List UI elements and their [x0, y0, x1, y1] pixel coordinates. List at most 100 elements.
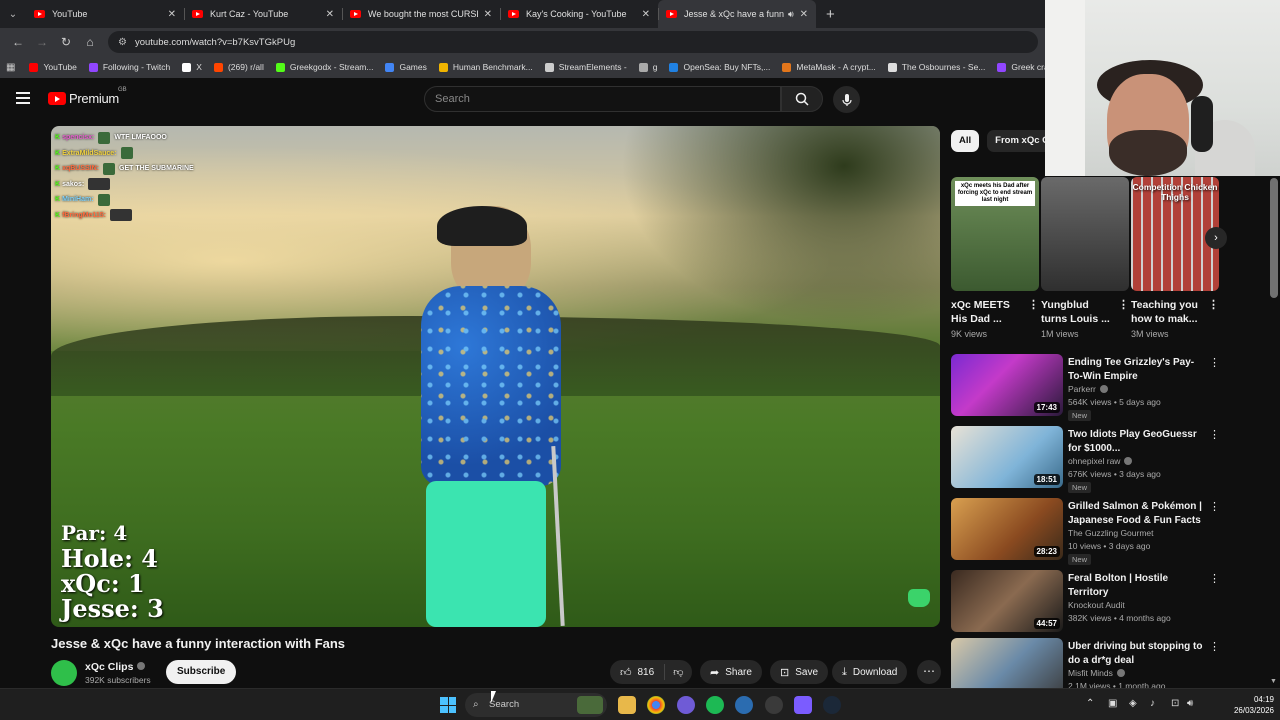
bookmark-item[interactable]: The Osbournes - Se...	[887, 62, 985, 72]
wifi-icon[interactable]: ⊡	[1171, 698, 1179, 709]
short-title[interactable]: Teaching you how to mak... ⋮	[1131, 298, 1219, 326]
channel-watermark-icon[interactable]	[908, 589, 930, 607]
home-icon[interactable]: ⌂	[78, 35, 102, 49]
tray-chevron-icon[interactable]: ⌃	[1086, 698, 1094, 709]
short-title[interactable]: xQc MEETS His Dad ... ⋮	[951, 298, 1039, 326]
tab-youtube[interactable]: YouTube ✕	[26, 0, 184, 28]
close-tab-icon[interactable]: ✕	[484, 9, 492, 20]
recommended-video[interactable]: 28:23 Grilled Salmon & Pokémon | Japanese…	[951, 498, 1231, 565]
recommended-channel[interactable]: The Guzzling Gourmet	[1068, 528, 1154, 538]
recommended-video[interactable]: 18:51 Two Idiots Play GeoGuessr for $1000…	[951, 426, 1231, 493]
taskbar-clock[interactable]: 04:19 26/03/2026	[1204, 694, 1274, 716]
bookmark-item[interactable]: MetaMask - A crypt...	[782, 62, 876, 72]
more-options-icon[interactable]: ⋮	[1028, 298, 1039, 312]
close-tab-icon[interactable]: ✕	[642, 9, 650, 20]
short-item[interactable]: Competition Chicken Thighs Teaching you …	[1131, 177, 1219, 339]
recommended-channel[interactable]: ohnepixel raw	[1068, 456, 1133, 466]
close-tab-icon[interactable]: ✕	[800, 9, 808, 20]
search-input[interactable]: Search	[424, 86, 781, 112]
more-options-icon[interactable]: ⋮	[1209, 428, 1220, 441]
short-item[interactable]: xQc meets his Dad after forcing xQc to e…	[951, 177, 1039, 339]
steam-icon[interactable]	[823, 696, 841, 714]
bookmark-item[interactable]: (269) r/all	[213, 62, 264, 72]
recommended-video[interactable]: 17:43 Ending Tee Grizzley's Pay-To-Win Em…	[951, 354, 1231, 421]
video-player[interactable]: Kspencisx: WTF LMFAOOO K ExtraMildSauce: Kxq…	[51, 126, 940, 627]
search-button[interactable]	[781, 86, 823, 112]
bookmark-item[interactable]: g	[638, 62, 657, 72]
more-options-icon[interactable]: ⋮	[1118, 298, 1129, 312]
tab-cursed[interactable]: We bought the most CURSED T ✕	[342, 0, 500, 28]
close-tab-icon[interactable]: ✕	[326, 9, 334, 20]
tab-search-icon[interactable]: ⌄	[0, 0, 26, 28]
like-button[interactable]: 👍︎ 816	[610, 664, 666, 680]
subscribe-button[interactable]: Subscribe	[166, 660, 237, 684]
close-tab-icon[interactable]: ✕	[168, 9, 176, 20]
recommended-channel[interactable]: Parkerr	[1068, 384, 1108, 394]
video-thumbnail[interactable]: 17:43	[951, 354, 1063, 416]
tab-active-video[interactable]: Jesse & xQc have a funny in 🔊︎ ✕	[658, 0, 816, 28]
recommended-title[interactable]: Feral Bolton | Hostile Territory	[1068, 572, 1203, 599]
chevron-right-icon[interactable]: ›	[1205, 227, 1227, 249]
short-thumbnail[interactable]	[1041, 177, 1129, 291]
recommended-title[interactable]: Two Idiots Play GeoGuessr for $1000...	[1068, 428, 1203, 455]
browser-icon[interactable]	[735, 696, 753, 714]
site-info-icon[interactable]: ⚙︎	[118, 37, 127, 48]
voice-search-button[interactable]	[833, 86, 860, 113]
video-thumbnail[interactable]: 18:51	[951, 426, 1063, 488]
menu-icon[interactable]	[16, 92, 30, 104]
scroll-down-icon[interactable]: ▼	[1270, 678, 1277, 685]
short-title[interactable]: Yungblud turns Louis ... ⋮	[1041, 298, 1129, 326]
more-actions-icon[interactable]: ⋯	[917, 660, 941, 684]
taskbar-search[interactable]: ⌕ Search	[465, 693, 607, 717]
youtube-logo[interactable]: Premium GB	[48, 87, 127, 106]
video-thumbnail[interactable]: 28:23	[951, 498, 1063, 560]
more-options-icon[interactable]: ⋮	[1209, 500, 1220, 513]
video-thumbnail[interactable]: 44:57	[951, 570, 1063, 632]
chip-all[interactable]: All	[951, 130, 980, 152]
recommended-title[interactable]: Ending Tee Grizzley's Pay-To-Win Empire	[1068, 356, 1203, 383]
volume-icon[interactable]: 🔊︎	[1187, 698, 1193, 709]
url-field[interactable]: ⚙︎ youtube.com/watch?v=b7KsvTGkPUg	[108, 31, 1038, 53]
more-options-icon[interactable]: ⋮	[1209, 640, 1220, 653]
bookmark-item[interactable]: Human Benchmark...	[438, 62, 533, 72]
chrome-icon[interactable]	[647, 696, 665, 714]
save-button[interactable]: ⊡ Save	[770, 660, 829, 684]
share-button[interactable]: ➦ Share	[700, 660, 762, 684]
channel-name[interactable]: xQc Clips	[85, 661, 146, 673]
bookmark-item[interactable]: Following - Twitch	[88, 62, 170, 72]
short-item[interactable]: Yungblud turns Louis ... ⋮ 1M views	[1041, 177, 1129, 339]
file-explorer-icon[interactable]	[618, 696, 636, 714]
grid-app-icon[interactable]	[794, 696, 812, 714]
bookmark-item[interactable]: Greek cracked - Twi...	[997, 62, 1045, 72]
recommended-video[interactable]: 44:57 Feral Bolton | Hostile Territory Kno…	[951, 570, 1231, 632]
reload-icon[interactable]: ↻	[54, 35, 78, 49]
page-scrollbar[interactable]	[1270, 178, 1278, 298]
tab-kays-cooking[interactable]: Kay's Cooking - YouTube ✕	[500, 0, 658, 28]
bookmark-item[interactable]: StreamElements -	[544, 62, 627, 72]
more-options-icon[interactable]: ⋮	[1208, 298, 1219, 312]
windows-start-icon[interactable]	[440, 697, 456, 713]
bookmark-item[interactable]: Games	[385, 62, 427, 72]
recommended-title[interactable]: Uber driving but stopping to do a dr*g d…	[1068, 640, 1203, 667]
tray-network-icon[interactable]: ◈	[1129, 698, 1137, 709]
forward-icon[interactable]: →	[30, 35, 54, 49]
bookmark-item[interactable]: X	[182, 62, 202, 72]
more-options-icon[interactable]: ⋮	[1209, 356, 1220, 369]
recommended-title[interactable]: Grilled Salmon & Pokémon | Japanese Food…	[1068, 500, 1203, 527]
new-tab-icon[interactable]: +	[826, 6, 835, 23]
channel-avatar[interactable]	[51, 660, 77, 686]
more-options-icon[interactable]: ⋮	[1209, 572, 1220, 585]
tray-app-icon[interactable]: ▣	[1108, 698, 1117, 709]
recommended-channel[interactable]: Knockout Audit	[1068, 600, 1125, 610]
short-thumbnail[interactable]: xQc meets his Dad after forcing xQc to e…	[951, 177, 1039, 291]
speaker-icon[interactable]: 🔊︎	[788, 9, 794, 20]
dislike-button[interactable]: 👎︎	[665, 666, 691, 678]
bookmark-item[interactable]: OpenSea: Buy NFTs,...	[669, 62, 770, 72]
apps-grid-icon[interactable]: ▦	[6, 62, 15, 73]
spotify-icon[interactable]	[706, 696, 724, 714]
back-icon[interactable]: ←	[6, 35, 30, 49]
bookmark-item[interactable]: Greekgodx - Stream...	[275, 62, 373, 72]
tray-mic-icon[interactable]: ♪	[1150, 698, 1155, 709]
recommended-channel[interactable]: Misfit Minds	[1068, 668, 1125, 678]
discord-icon[interactable]	[677, 696, 695, 714]
